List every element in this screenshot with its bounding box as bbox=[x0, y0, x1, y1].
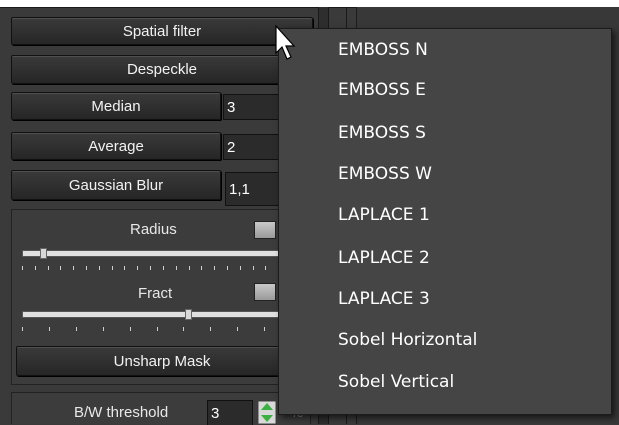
slider-tick bbox=[76, 327, 77, 331]
radius-label: Radius bbox=[130, 221, 177, 238]
slider-tick bbox=[210, 327, 211, 331]
spatial-filter-button[interactable]: Spatial filter bbox=[11, 17, 313, 45]
despeckle-button[interactable]: Despeckle bbox=[11, 55, 313, 84]
menu-item-laplace-2[interactable]: LAPLACE 2 bbox=[338, 248, 430, 268]
average-button[interactable]: Average bbox=[11, 132, 221, 160]
slider-tick bbox=[201, 266, 202, 270]
unsharp-mask-button[interactable]: Unsharp Mask bbox=[16, 346, 308, 376]
bw-threshold-spinner-icon[interactable] bbox=[258, 401, 276, 424]
slider-tick bbox=[49, 327, 50, 331]
radius-checkbox[interactable] bbox=[254, 221, 276, 239]
menu-item-emboss-s[interactable]: EMBOSS S bbox=[338, 123, 426, 143]
fract-checkbox[interactable] bbox=[254, 283, 276, 301]
slider-tick bbox=[137, 266, 138, 270]
slider-tick bbox=[99, 266, 100, 270]
fract-slider[interactable] bbox=[22, 311, 292, 318]
slider-tick bbox=[35, 266, 36, 270]
slider-tick bbox=[130, 327, 131, 331]
slider-tick bbox=[227, 266, 228, 270]
fract-slider-thumb[interactable] bbox=[185, 309, 192, 320]
slider-tick bbox=[73, 266, 74, 270]
menu-item-sobel-horizontal[interactable]: Sobel Horizontal bbox=[338, 330, 477, 350]
bw-threshold-value-field[interactable]: 3 bbox=[207, 400, 253, 425]
slider-tick bbox=[265, 266, 266, 270]
slider-tick bbox=[60, 266, 61, 270]
fract-slider-ticks bbox=[22, 327, 292, 333]
menu-item-emboss-e[interactable]: EMBOSS E bbox=[338, 80, 426, 100]
slider-tick bbox=[124, 266, 125, 270]
mouse-pointer-icon bbox=[275, 25, 296, 60]
radius-slider[interactable] bbox=[22, 250, 292, 257]
slider-tick bbox=[240, 266, 241, 270]
gaussian-blur-button[interactable]: Gaussian Blur bbox=[11, 170, 221, 200]
menu-item-laplace-3[interactable]: LAPLACE 3 bbox=[338, 289, 430, 309]
fract-label: Fract bbox=[138, 285, 173, 302]
radius-slider-thumb[interactable] bbox=[40, 248, 47, 259]
slider-tick bbox=[264, 327, 265, 331]
median-value-field[interactable]: 3 bbox=[223, 94, 283, 120]
slider-tick bbox=[214, 266, 215, 270]
slider-tick bbox=[189, 266, 190, 270]
menu-item-sobel-vertical[interactable]: Sobel Vertical bbox=[338, 372, 454, 392]
slider-tick bbox=[48, 266, 49, 270]
slider-tick bbox=[176, 266, 177, 270]
menu-item-emboss-w[interactable]: EMBOSS W bbox=[338, 164, 432, 184]
gaussian-value-field[interactable]: 1,1 bbox=[225, 172, 285, 206]
average-value-field[interactable]: 2 bbox=[223, 134, 283, 160]
spatial-filter-dropdown-menu: EMBOSS N EMBOSS E EMBOSS S EMBOSS W LAPL… bbox=[278, 28, 612, 415]
slider-tick bbox=[253, 266, 254, 270]
slider-tick bbox=[112, 266, 113, 270]
median-button[interactable]: Median bbox=[11, 92, 221, 120]
slider-tick bbox=[22, 327, 23, 331]
slider-tick bbox=[22, 266, 23, 270]
slider-tick bbox=[237, 327, 238, 331]
radius-slider-ticks bbox=[22, 266, 292, 272]
slider-tick bbox=[150, 266, 151, 270]
slider-tick bbox=[163, 266, 164, 270]
menu-item-emboss-n[interactable]: EMBOSS N bbox=[338, 40, 428, 60]
slider-tick bbox=[103, 327, 104, 331]
bw-threshold-label: B/W threshold bbox=[74, 404, 169, 421]
menu-item-laplace-1[interactable]: LAPLACE 1 bbox=[338, 205, 430, 225]
slider-tick bbox=[157, 327, 158, 331]
unsharp-mask-group: Radius Fract Unsharp Mask bbox=[11, 209, 311, 385]
slider-tick bbox=[86, 266, 87, 270]
slider-tick bbox=[183, 327, 184, 331]
